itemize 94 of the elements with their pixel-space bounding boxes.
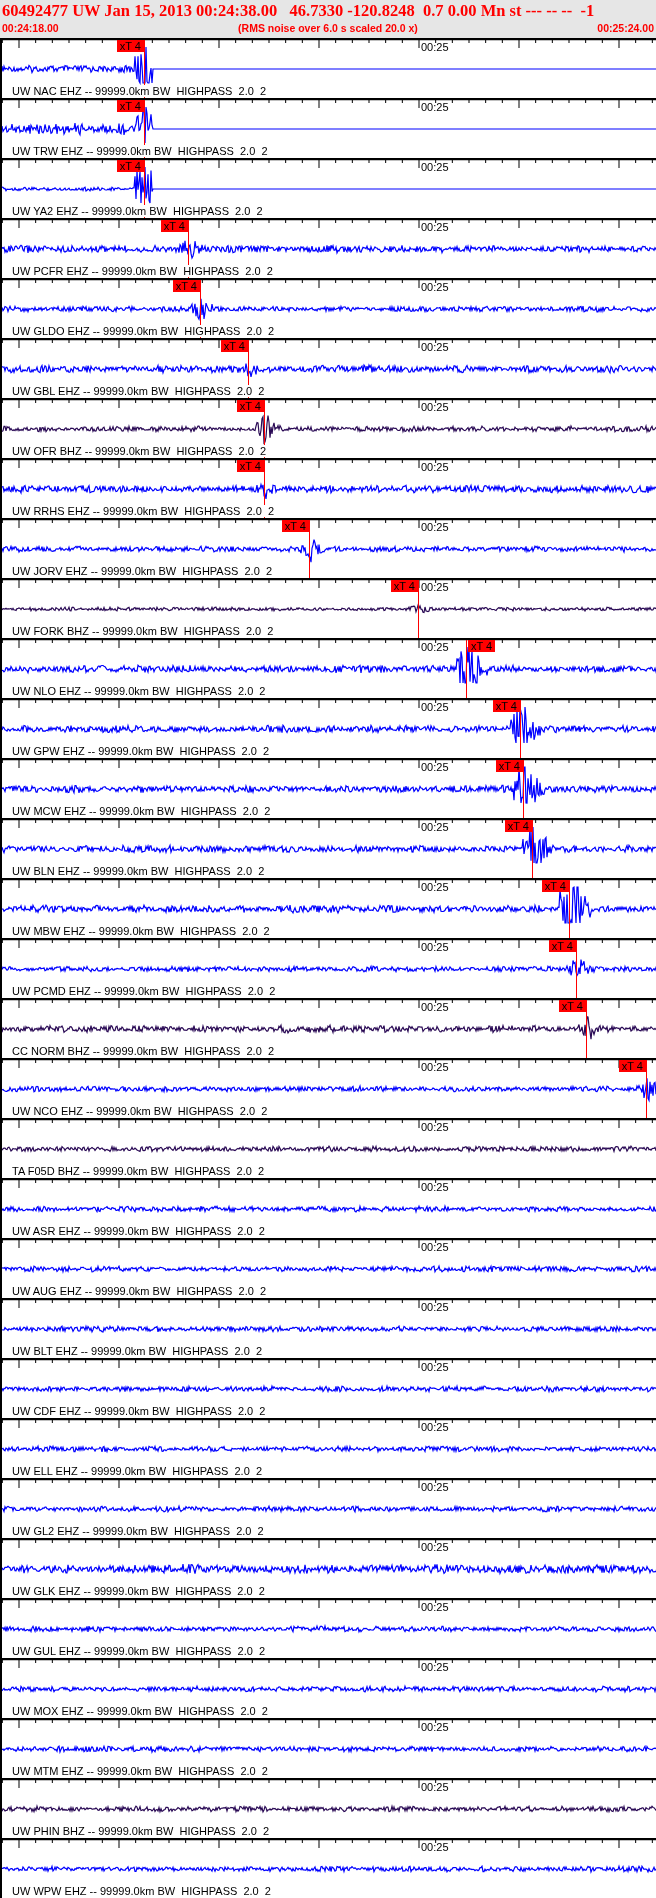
trace-label: UW MOX EHZ -- 99999.0km BW HIGHPASS 2.0 2: [12, 1705, 268, 1717]
tick-label: 00:25: [421, 41, 449, 53]
trace-label: UW OFR BHZ -- 99999.0km BW HIGHPASS 2.0 2: [12, 445, 267, 457]
trace-label: UW TRW EHZ -- 99999.0km BW HIGHPASS 2.0 2: [12, 145, 268, 157]
trace-label: UW GL2 EHZ -- 99999.0km BW HIGHPASS 2.0 2: [12, 1525, 264, 1537]
tick-label: 00:25: [421, 1481, 449, 1493]
pick-label: xT 4: [160, 220, 188, 232]
tick-label: 00:25: [421, 821, 449, 833]
tick-label: 00:25: [421, 941, 449, 953]
trace-label: UW JORV EHZ -- 99999.0km BW HIGHPASS 2.0 2: [12, 565, 272, 577]
tick-label: 00:25: [421, 221, 449, 233]
trace-label: UW MCW EHZ -- 99999.0km BW HIGHPASS 2.0 2: [12, 805, 271, 817]
tick-label: 00:25: [421, 1301, 449, 1313]
pick-label: xT 4: [390, 580, 418, 592]
tick-label: 00:25: [421, 341, 449, 353]
trace-label: UW BLT EHZ -- 99999.0km BW HIGHPASS 2.0 2: [12, 1345, 262, 1357]
pick-line: [576, 940, 577, 998]
tick-label: 00:25: [421, 281, 449, 293]
trace-label: UW FORK BHZ -- 99999.0km BW HIGHPASS 2.0 2: [12, 625, 274, 637]
pick-line: [418, 580, 419, 638]
tick-label: 00:25: [421, 1601, 449, 1613]
pick-label: xT 4: [541, 880, 569, 892]
trace-label: UW PCFR EHZ -- 99999.0km BW HIGHPASS 2.0 2: [12, 265, 273, 277]
pick-label: xT 4: [504, 820, 532, 832]
trace-label: TA F05D BHZ -- 99999.0km BW HIGHPASS 2.0 2: [12, 1165, 265, 1177]
tick-label: 00:25: [421, 1841, 449, 1853]
trace-label: UW WPW EHZ -- 99999.0km BW HIGHPASS 2.0 2: [12, 1885, 271, 1897]
pick-label: xT 4: [236, 400, 264, 412]
trace-label: UW MBW EHZ -- 99999.0km BW HIGHPASS 2.0 2: [12, 925, 270, 937]
trace-label: UW RRHS EHZ -- 99999.0km BW HIGHPASS 2.0 2: [12, 505, 275, 517]
trace-label: UW ASR EHZ -- 99999.0km BW HIGHPASS 2.0 2: [12, 1225, 265, 1237]
pick-line: [532, 820, 533, 878]
tick-label: 00:25: [421, 761, 449, 773]
pick-line: [520, 700, 521, 758]
tick-label: 00:25: [421, 461, 449, 473]
pick-label: xT 4: [558, 1000, 586, 1012]
pick-line: [569, 880, 570, 938]
tick-label: 00:25: [421, 1241, 449, 1253]
trace-label: UW NCO EHZ -- 99999.0km BW HIGHPASS 2.0 2: [12, 1105, 268, 1117]
tick-label: 00:25: [421, 1541, 449, 1553]
tick-label: 00:25: [421, 1721, 449, 1733]
pick-label: xT 4: [116, 40, 144, 52]
pick-label: xT 4: [116, 160, 144, 172]
trace-label: UW NAC EHZ -- 99999.0km BW HIGHPASS 2.0 2: [12, 85, 267, 97]
pick-label: xT 4: [618, 1060, 646, 1072]
tick-label: 00:25: [421, 101, 449, 113]
pick-line: [586, 1000, 587, 1058]
tick-label: 00:25: [421, 1421, 449, 1433]
pick-label: xT 4: [468, 640, 496, 652]
pick-label: xT 4: [492, 700, 520, 712]
trace-label: UW AUG EHZ -- 99999.0km BW HIGHPASS 2.0 2: [12, 1285, 267, 1297]
trace-label: UW GBL EHZ -- 99999.0km BW HIGHPASS 2.0 2: [12, 385, 265, 397]
tick-label: 00:25: [421, 641, 449, 653]
event-title: 60492477 UW Jan 15, 2013 00:24:38.00 46.7330 -120.8248 0.7 0.00 Mn st --- -- -- -1: [2, 1, 596, 21]
trace-label: UW GLK EHZ -- 99999.0km BW HIGHPASS 2.0 2: [12, 1585, 265, 1597]
start-time: 00:24:18.00: [2, 21, 59, 35]
scale-note: (RMS noise over 6.0 s scaled 20.0 x): [238, 21, 418, 35]
tick-label: 00:25: [421, 521, 449, 533]
pick-label: xT 4: [281, 520, 309, 532]
tick-label: 00:25: [421, 1661, 449, 1673]
trace-label: UW GUL EHZ -- 99999.0km BW HIGHPASS 2.0 2: [12, 1645, 266, 1657]
tick-label: 00:25: [421, 1001, 449, 1013]
trace-label: CC NORM BHZ -- 99999.0km BW HIGHPASS 2.0 2: [12, 1045, 275, 1057]
tick-label: 00:25: [421, 701, 449, 713]
pick-line: [523, 760, 524, 818]
pick-line: [466, 640, 467, 698]
pick-line: [646, 1060, 647, 1118]
trace-label: UW BLN EHZ -- 99999.0km BW HIGHPASS 2.0 2: [12, 865, 265, 877]
tick-label: 00:25: [421, 1781, 449, 1793]
trace-label: UW MTM EHZ -- 99999.0km BW HIGHPASS 2.0 2: [12, 1765, 268, 1777]
tick-label: 00:25: [421, 1361, 449, 1373]
trace-label: UW ELL EHZ -- 99999.0km BW HIGHPASS 2.0 2: [12, 1465, 263, 1477]
pick-label: xT 4: [495, 760, 523, 772]
trace-label: UW GLDO EHZ -- 99999.0km BW HIGHPASS 2.0 2: [12, 325, 275, 337]
pick-label: xT 4: [236, 460, 264, 472]
trace-label: UW PCMD EHZ -- 99999.0km BW HIGHPASS 2.0 2: [12, 985, 276, 997]
end-time: 00:25:24.00: [597, 21, 654, 35]
pick-line: [309, 520, 310, 578]
tick-label: 00:25: [421, 161, 449, 173]
tick-label: 00:25: [421, 581, 449, 593]
trace-label: UW NLO EHZ -- 99999.0km BW HIGHPASS 2.0 2: [12, 685, 266, 697]
tick-label: 00:25: [421, 1061, 449, 1073]
tick-label: 00:25: [421, 401, 449, 413]
trace-label: UW GPW EHZ -- 99999.0km BW HIGHPASS 2.0 2: [12, 745, 270, 757]
pick-label: xT 4: [220, 340, 248, 352]
pick-label: xT 4: [548, 940, 576, 952]
tick-label: 00:25: [421, 1181, 449, 1193]
trace-label: UW CDF EHZ -- 99999.0km BW HIGHPASS 2.0 2: [12, 1405, 266, 1417]
tick-label: 00:25: [421, 881, 449, 893]
pick-label: xT 4: [172, 280, 200, 292]
tick-label: 00:25: [421, 1121, 449, 1133]
trace-label: UW PHIN BHZ -- 99999.0km BW HIGHPASS 2.0 2: [12, 1825, 270, 1837]
trace-label: UW YA2 EHZ -- 99999.0km BW HIGHPASS 2.0 2: [12, 205, 263, 217]
pick-label: xT 4: [116, 100, 144, 112]
